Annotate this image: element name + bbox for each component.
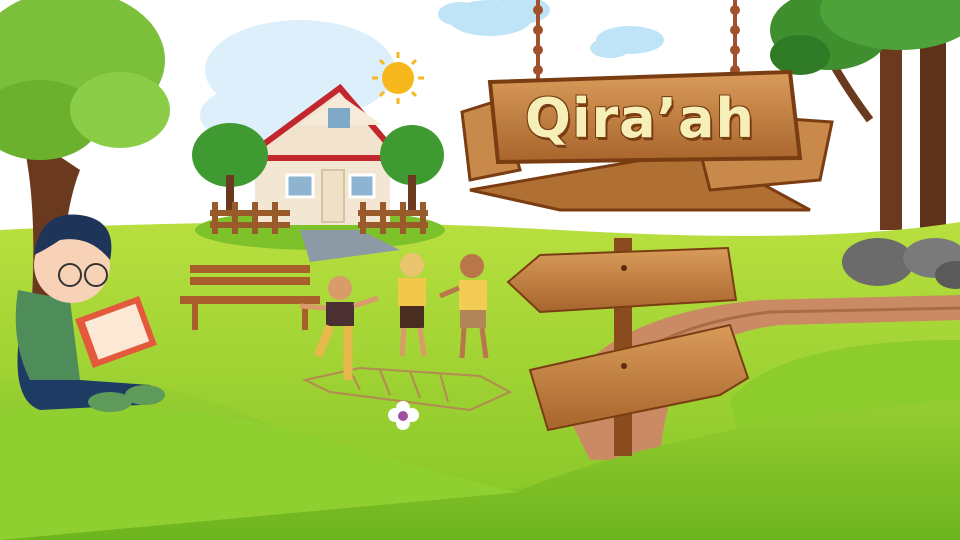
game-scene: Qira’ah — [0, 0, 960, 540]
page-title: Qira’ah — [525, 86, 755, 150]
scene-illustration — [0, 0, 960, 540]
